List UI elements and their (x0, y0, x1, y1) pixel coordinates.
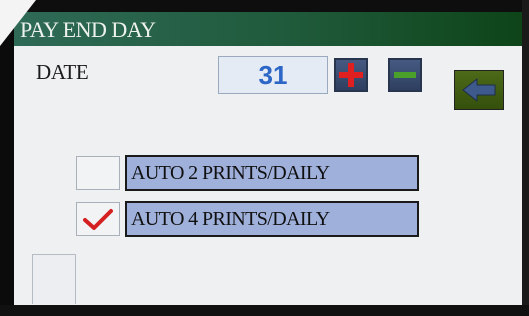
page-title: PAY END DAY (20, 17, 156, 42)
decrement-button[interactable] (388, 58, 422, 92)
corner-button[interactable] (32, 254, 76, 304)
back-arrow-icon (462, 77, 496, 103)
checkbox-auto-4-prints[interactable] (76, 202, 120, 236)
option-label: AUTO 4 PRINTS/DAILY (131, 208, 330, 230)
device-bezel-left (0, 0, 14, 316)
option-label: AUTO 2 PRINTS/DAILY (131, 162, 330, 184)
device-bezel-bottom (0, 305, 529, 316)
checkmark-icon (83, 209, 113, 230)
date-value-field[interactable]: 31 (218, 56, 328, 94)
date-label: DATE (36, 60, 89, 84)
device-bezel-top (0, 0, 529, 12)
minus-icon (394, 72, 416, 78)
touch-screen: PAY END DAY DATE 31 AUTO 2 PRINTS/DAILY … (14, 12, 522, 305)
screen-glare (0, 0, 36, 46)
option-auto-2-prints[interactable]: AUTO 2 PRINTS/DAILY (125, 155, 419, 191)
checkbox-auto-2-prints[interactable] (76, 156, 120, 190)
device-bezel-right (522, 0, 529, 316)
increment-button[interactable] (334, 58, 368, 92)
plus-icon (339, 63, 363, 87)
back-button[interactable] (454, 70, 504, 110)
title-bar: PAY END DAY (14, 12, 522, 46)
option-auto-4-prints[interactable]: AUTO 4 PRINTS/DAILY (125, 201, 419, 237)
